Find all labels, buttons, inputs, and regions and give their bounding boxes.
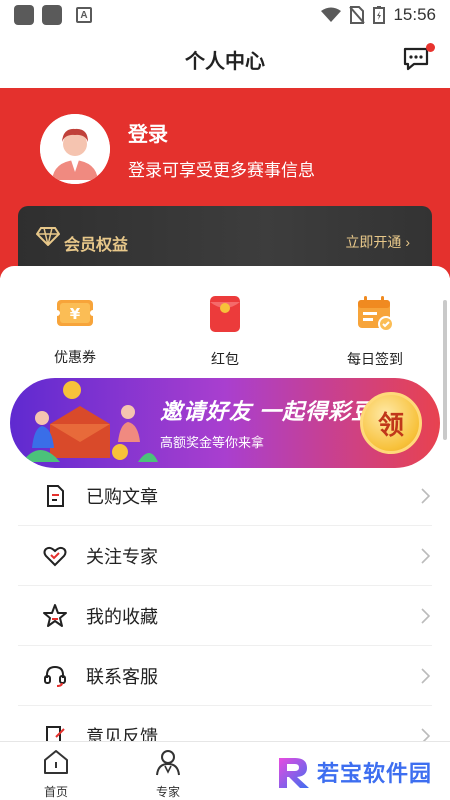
battery-icon [373,6,386,24]
watermark-logo [278,758,309,788]
home-icon [44,750,68,774]
notification-icon [14,5,34,25]
nav-expert-label: 专家 [155,785,180,799]
status-bar: A 15:56 [0,0,450,30]
notification-icon [42,5,62,25]
clock: 15:56 [393,5,436,24]
daily-signin-label: 每日签到 [347,351,403,367]
title-bar: 个人中心 [0,30,450,88]
no-sim-icon [349,6,366,24]
app-notification-icon: A [76,7,92,23]
menu-list: 已购文章 关注专家 我的收藏 联系客服 意见反馈 [0,466,450,766]
menu-item-customer-service[interactable]: 联系客服 [18,646,432,706]
bottom-nav: 首页 专家 若宝软件园 [0,741,450,800]
daily-signin-icon [358,296,394,332]
menu-item-followed-experts[interactable]: 关注专家 [18,526,432,586]
coupon-icon: ¥ [54,300,96,326]
default-avatar-icon [40,114,110,184]
chevron-right-icon: › [405,234,410,250]
red-packet-label: 红包 [211,351,239,367]
page-title: 个人中心 [185,50,265,73]
screen: A 15:56 个人中心 登录 登录可享受更多赛事信息 会员权益 立即开通 › … [0,0,450,800]
invite-banner[interactable]: 邀请好友 一起得彩豆 高额奖金等你来拿 领 [10,378,440,468]
watermark-text: 若宝软件园 [316,761,432,786]
menu-item-label: 我的收藏 [86,606,158,627]
menu-item-purchased-articles[interactable]: 已购文章 [18,466,432,526]
menu-item-label: 联系客服 [86,666,158,687]
red-packet-icon [210,296,240,332]
diamond-icon [36,227,60,246]
chevron-right-icon [421,668,430,684]
vip-open-label: 立即开通 [345,234,402,250]
menu-item-favorites[interactable]: 我的收藏 [18,586,432,646]
message-button[interactable] [402,43,435,72]
invite-illustration [22,381,158,462]
red-packet-button[interactable]: 红包 [175,294,275,369]
heart-icon [43,546,67,566]
menu-item-label: 关注专家 [86,546,158,567]
main-card: ¥ 优惠券 红包 每日签到 邀请好友 一起得彩豆 高额奖金等你来拿 领 已购文章… [0,266,450,747]
chevron-right-icon [421,548,430,564]
quick-actions: ¥ 优惠券 红包 每日签到 [0,294,450,367]
claim-button[interactable]: 领 [360,392,422,454]
chevron-right-icon [421,488,430,504]
nav-home-label: 首页 [43,785,68,799]
profile-header: 登录 登录可享受更多赛事信息 会员权益 立即开通 › [0,88,450,278]
svg-text:¥: ¥ [70,305,81,323]
vip-label: 会员权益 [64,237,129,254]
scrollbar[interactable] [443,300,447,440]
login-subtitle: 登录可享受更多赛事信息 [128,161,315,180]
nav-expert[interactable]: 专家 [138,748,198,800]
coupon-button[interactable]: ¥ 优惠券 [25,294,125,367]
star-icon [43,603,67,627]
expert-icon [156,750,180,776]
coupon-label: 优惠券 [54,349,96,365]
banner-title: 邀请好友 一起得彩豆 [160,399,375,424]
menu-item-label: 已购文章 [86,486,158,507]
daily-signin-button[interactable]: 每日签到 [325,294,425,369]
chevron-right-icon [421,608,430,624]
nav-home[interactable]: 首页 [26,748,86,800]
avatar[interactable] [40,114,110,184]
watermark: 若宝软件园 [275,754,432,790]
article-icon [47,484,64,507]
banner-subtitle: 高额奖金等你来拿 [160,435,265,450]
headset-icon [44,665,66,687]
wifi-icon [321,7,342,22]
vip-open-button[interactable]: 立即开通 › [345,232,410,252]
unread-badge [426,43,435,52]
login-button[interactable]: 登录 [128,118,168,147]
